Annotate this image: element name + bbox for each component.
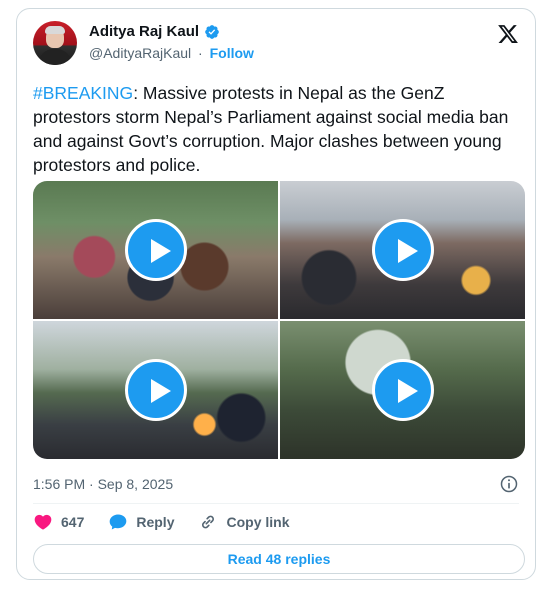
copy-link-button[interactable]: Copy link	[198, 512, 290, 532]
play-icon[interactable]	[371, 219, 434, 281]
x-logo-icon[interactable]	[497, 23, 519, 45]
action-bar: 647 Reply Copy link	[33, 507, 290, 537]
tweet-timestamp[interactable]: 1:56 PM · Sep 8, 2025	[33, 476, 173, 492]
author-avatar[interactable]	[33, 21, 77, 65]
timestamp-separator: ·	[89, 476, 94, 492]
author-name[interactable]: Aditya Raj Kaul	[89, 23, 199, 40]
author-handle-row: @AdityaRajKaul · Follow	[89, 45, 254, 61]
play-icon[interactable]	[371, 359, 434, 421]
info-icon[interactable]	[499, 474, 519, 494]
author-name-row: Aditya Raj Kaul	[89, 23, 220, 40]
link-icon	[202, 515, 215, 529]
verified-badge-icon	[204, 24, 220, 40]
play-icon[interactable]	[124, 359, 187, 421]
read-replies-button[interactable]: Read 48 replies	[33, 544, 525, 574]
avatar-hair	[45, 26, 65, 34]
follow-button[interactable]: Follow	[210, 45, 254, 61]
reply-button[interactable]: Reply	[108, 512, 174, 532]
heart-icon	[34, 514, 52, 530]
video-thumbnail-1[interactable]	[33, 181, 278, 319]
divider	[33, 503, 519, 504]
reply-label: Reply	[136, 514, 175, 530]
video-thumbnail-4[interactable]	[280, 321, 525, 459]
tweet-date: Sep 8, 2025	[97, 476, 174, 492]
video-thumbnail-2[interactable]	[280, 181, 525, 319]
handle-separator: ·	[198, 45, 203, 61]
copy-link-label: Copy link	[226, 514, 290, 530]
play-icon[interactable]	[124, 219, 187, 281]
tweet-time: 1:56 PM	[33, 476, 86, 492]
media-grid	[33, 181, 525, 459]
tweet-card: Aditya Raj Kaul @AdityaRajKaul · Follow …	[16, 8, 536, 580]
like-button[interactable]: 647	[33, 512, 84, 532]
tweet-text: #BREAKING: Massive protests in Nepal as …	[33, 81, 525, 177]
hashtag-link[interactable]: #BREAKING	[33, 83, 133, 103]
likes-count: 647	[61, 514, 85, 530]
avatar-body	[39, 49, 71, 65]
video-thumbnail-3[interactable]	[33, 321, 278, 459]
author-handle[interactable]: @AdityaRajKaul	[89, 45, 191, 61]
reply-bubble-icon	[110, 514, 127, 530]
